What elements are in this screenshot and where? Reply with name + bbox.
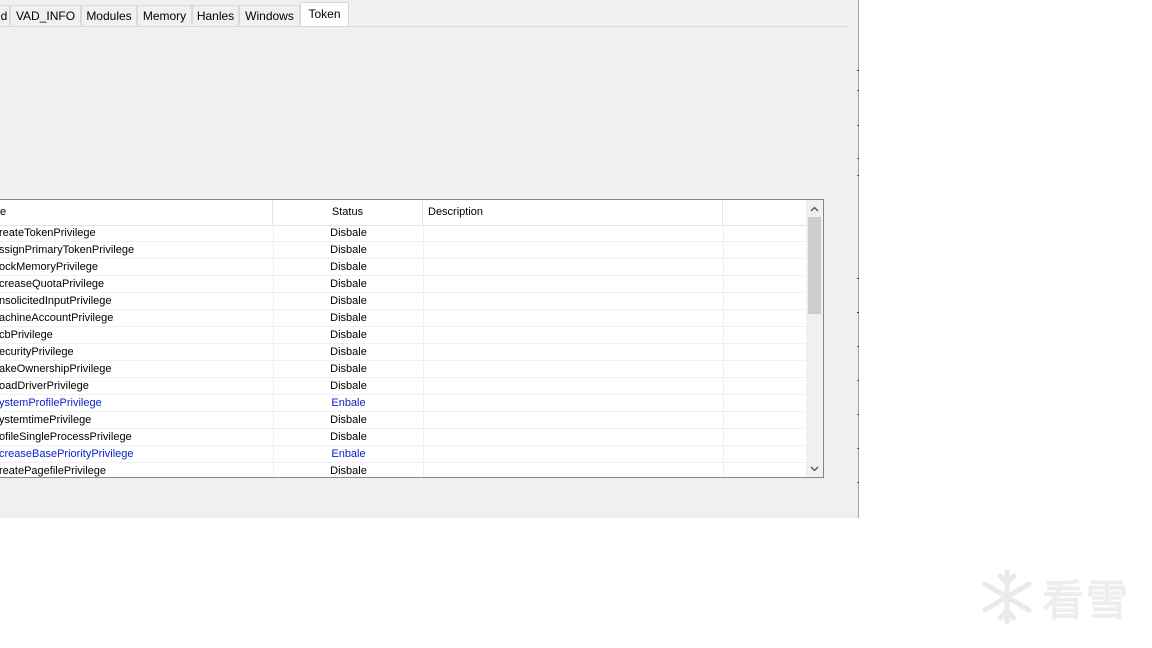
privilege-name: ofileSingleProcessPrivilege [0, 431, 132, 443]
privilege-status: Disbale [330, 261, 367, 273]
table-row[interactable]: creaseQuotaPrivilege Disbale [0, 276, 807, 293]
privilege-description [424, 242, 723, 258]
column-header-extra[interactable] [723, 200, 807, 225]
privilege-name: ystemProfilePrivilege [0, 397, 102, 409]
privilege-name: cbPrivilege [0, 329, 53, 341]
table-row[interactable]: ystemtimePrivilege Disbale [0, 412, 807, 429]
privilege-status: Disbale [330, 312, 367, 324]
table-row[interactable]: achineAccountPrivilege Disbale [0, 310, 807, 327]
privilege-description [424, 259, 723, 275]
privilege-name: akeOwnershipPrivilege [0, 363, 112, 375]
privilege-description [424, 361, 723, 377]
table-row[interactable]: cbPrivilege Disbale [0, 327, 807, 344]
privilege-description [424, 446, 723, 462]
scroll-thumb[interactable] [808, 217, 821, 314]
table-row[interactable]: akeOwnershipPrivilege Disbale [0, 361, 807, 378]
chevron-down-icon [810, 466, 819, 471]
privilege-status: Disbale [330, 380, 367, 392]
privilege-description [424, 276, 723, 292]
privilege-description [424, 327, 723, 343]
table-row[interactable]: nsolicitedInputPrivilege Disbale [0, 293, 807, 310]
tab-vad-info[interactable]: VAD_INFO [10, 5, 81, 25]
chevron-up-icon [810, 206, 819, 211]
table-row[interactable]: ystemProfilePrivilege Enbale [0, 395, 807, 412]
privilege-status: Enbale [331, 448, 366, 460]
scroll-up-button[interactable] [806, 200, 823, 217]
privilege-status: Disbale [330, 227, 367, 239]
privilege-name: achineAccountPrivilege [0, 312, 114, 324]
privilege-description [424, 378, 723, 394]
privilege-description [424, 344, 723, 360]
vertical-scrollbar[interactable] [806, 200, 823, 477]
column-header-status[interactable]: Status [273, 200, 423, 225]
table-row[interactable]: ecurityPrivilege Disbale [0, 344, 807, 361]
privilege-status: Disbale [330, 431, 367, 443]
privilege-status: Disbale [330, 465, 367, 477]
privilege-description [424, 225, 723, 241]
tab-memory[interactable]: Memory [137, 5, 192, 25]
tab-bar: d VAD_INFO Modules Memory Hanles Windows… [0, 2, 847, 27]
privilege-description [424, 429, 723, 445]
privilege-status: Disbale [330, 244, 367, 256]
tab-token[interactable]: Token [300, 2, 349, 26]
tab-modules[interactable]: Modules [81, 5, 137, 25]
column-header-description[interactable]: Description [423, 200, 723, 225]
privilege-status: Disbale [330, 363, 367, 375]
privilege-name: oadDriverPrivilege [0, 380, 89, 392]
privilege-description [424, 463, 723, 477]
watermark-text: 看雪 [1042, 575, 1131, 625]
table-row[interactable]: reateTokenPrivilege Disbale [0, 225, 807, 242]
table-row[interactable]: creaseBasePriorityPrivilege Enbale [0, 446, 807, 463]
background-window-edge [857, 0, 860, 518]
scroll-down-button[interactable] [806, 460, 823, 477]
privilege-description [424, 412, 723, 428]
privilege-status: Enbale [331, 397, 366, 409]
snowflake-icon [982, 569, 1032, 625]
table-row[interactable]: ssignPrimaryTokenPrivilege Disbale [0, 242, 807, 259]
privilege-status: Disbale [330, 414, 367, 426]
table-row[interactable]: ofileSingleProcessPrivilege Disbale [0, 429, 807, 446]
privilege-name: reatePagefilePrivilege [0, 465, 107, 477]
table-row[interactable]: ockMemoryPrivilege Disbale [0, 259, 807, 276]
privilege-name: creaseBasePriorityPrivilege [0, 448, 134, 460]
table-row[interactable]: reatePagefilePrivilege Disbale [0, 463, 807, 477]
privilege-name: ecurityPrivilege [0, 346, 74, 358]
privilege-name: ssignPrimaryTokenPrivilege [0, 244, 135, 256]
privilege-list[interactable]: e Status Description reateTokenPrivilege… [0, 199, 824, 478]
privilege-name: ockMemoryPrivilege [0, 261, 99, 273]
privilege-name: reateTokenPrivilege [0, 227, 96, 239]
privilege-status: Disbale [330, 278, 367, 290]
privilege-status: Disbale [330, 346, 367, 358]
privilege-description [424, 395, 723, 411]
table-row[interactable]: oadDriverPrivilege Disbale [0, 378, 807, 395]
tab-partial[interactable]: d [0, 5, 10, 25]
privilege-description [424, 310, 723, 326]
privilege-status: Disbale [330, 329, 367, 341]
list-rows: reateTokenPrivilege Disbale ssignPrimaryTo… [0, 225, 807, 477]
privilege-name: creaseQuotaPrivilege [0, 278, 105, 290]
privilege-name: ystemtimePrivilege [0, 414, 92, 426]
privilege-description [424, 293, 723, 309]
privilege-status: Disbale [330, 295, 367, 307]
privilege-name: nsolicitedInputPrivilege [0, 295, 112, 307]
column-header-name[interactable]: e [0, 200, 273, 225]
tab-hanles[interactable]: Hanles [192, 5, 239, 25]
process-info-window: d VAD_INFO Modules Memory Hanles Windows… [0, 0, 859, 518]
tab-windows[interactable]: Windows [239, 5, 300, 25]
list-header: e Status Description [0, 200, 807, 226]
watermark-logo: 看雪 [978, 566, 1138, 628]
